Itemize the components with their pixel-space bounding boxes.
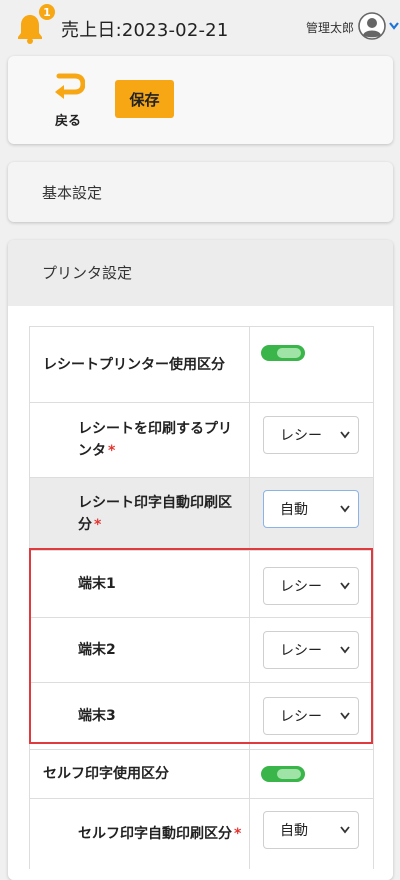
back-button[interactable]: 戻る — [48, 70, 88, 130]
chevron-down-icon — [340, 712, 350, 720]
table-row: 端末3 レシー — [30, 682, 373, 749]
receipt-printer-label: レシートを印刷するプリンタ * — [78, 421, 232, 459]
self-print-usage-toggle[interactable] — [261, 766, 305, 782]
table-row: レシートプリンター使用区分 — [30, 326, 373, 402]
chevron-down-icon[interactable] — [389, 22, 399, 30]
chevron-down-icon — [340, 582, 350, 590]
printer-settings-panel: プリンタ設定 レシートプリンター使用区分 レシートを印刷するプリンタ* レシー — [8, 240, 393, 880]
printer-settings-table: レシートプリンター使用区分 レシートを印刷するプリンタ * レシー レシート印字自… — [29, 326, 374, 869]
basic-settings-panel[interactable]: 基本設定 — [8, 162, 393, 222]
return-arrow-icon — [55, 73, 85, 99]
terminal-1-label: 端末1 — [78, 576, 116, 592]
receipt-printer-usage-label: レシートプリンター使用区分 — [43, 356, 225, 373]
chevron-down-icon — [340, 431, 350, 439]
printer-settings-body: レシートプリンター使用区分 レシートを印刷するプリンタ * レシー レシート印字自… — [8, 306, 393, 880]
self-auto-print-label: セルフ印字自動印刷区分 * — [78, 826, 242, 842]
terminal-2-label: 端末2 — [78, 642, 116, 658]
save-button[interactable]: 保存 — [115, 80, 174, 118]
chevron-down-icon — [340, 826, 350, 834]
chevron-down-icon — [340, 505, 350, 513]
terminal-1-select[interactable]: レシー — [263, 567, 359, 605]
table-row: セルフ印字使用区分 — [30, 749, 373, 798]
self-print-usage-label: セルフ印字使用区分 — [43, 766, 169, 782]
receipt-auto-print-label: レシート印字自動印刷区分 * — [78, 495, 232, 533]
table-row: 端末1 レシー — [30, 550, 373, 617]
basic-settings-title: 基本設定 — [42, 184, 103, 202]
notification-badge: 1 — [37, 2, 57, 22]
user-name[interactable]: 管理太郎 — [306, 19, 354, 36]
chevron-down-icon — [340, 646, 350, 654]
table-row: 端末2 レシー — [30, 617, 373, 682]
printer-settings-header[interactable]: プリンタ設定 — [8, 240, 393, 307]
avatar-icon[interactable] — [358, 12, 386, 40]
table-row: レシート印字自動印刷区分 * 自動 — [30, 477, 373, 550]
table-row: セルフ印字自動印刷区分 * 自動 — [30, 798, 373, 869]
receipt-auto-print-select[interactable]: 自動 — [263, 490, 359, 528]
self-auto-print-select[interactable]: 自動 — [263, 811, 359, 849]
back-label: 戻る — [55, 114, 82, 129]
terminal-2-select[interactable]: レシー — [263, 631, 359, 669]
receipt-printer-usage-toggle[interactable] — [261, 345, 305, 361]
terminal-3-select[interactable]: レシー — [263, 697, 359, 735]
app-header: 1 売上日:2023-02-21 管理太郎 — [0, 0, 400, 54]
action-toolbar: 戻る 保存 — [8, 56, 393, 144]
printer-settings-title: プリンタ設定 — [42, 264, 133, 282]
terminal-3-label: 端末3 — [78, 708, 116, 724]
sales-date: 売上日:2023-02-21 — [61, 20, 229, 41]
receipt-printer-select[interactable]: レシー — [263, 416, 359, 454]
table-row: レシートを印刷するプリンタ * レシー — [30, 402, 373, 477]
